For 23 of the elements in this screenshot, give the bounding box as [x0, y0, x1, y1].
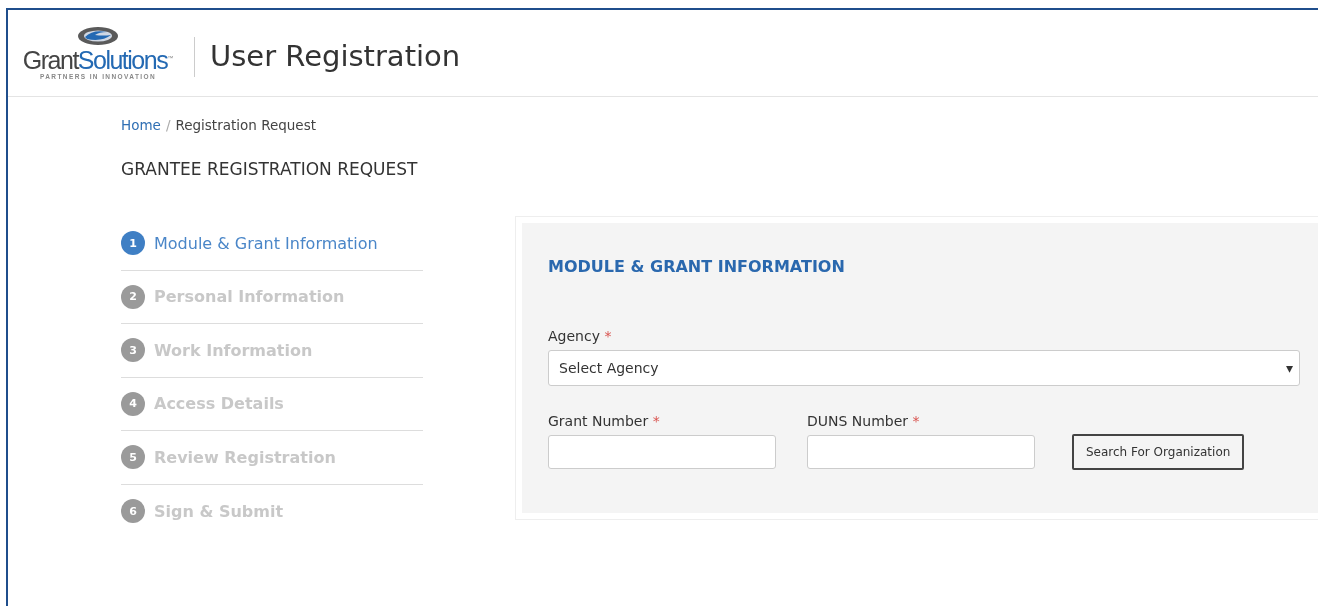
caret-icon: ▾	[1285, 360, 1293, 376]
step-number-icon: 1	[121, 231, 145, 256]
page-title: User Registration	[210, 39, 461, 73]
breadcrumb-link[interactable]: Home	[121, 117, 161, 133]
step-number-icon: 6	[121, 499, 145, 524]
text-field[interactable]	[548, 435, 776, 469]
breadcrumb-current: Registration Request	[175, 117, 316, 133]
step-number-icon: 5	[121, 445, 145, 470]
logo-wordmark: GrantSolutions$^{™}$	[22, 45, 174, 74]
field-label: Agency *	[548, 328, 613, 344]
step-number-icon: 2	[121, 284, 145, 309]
agency-dropdown[interactable]: Select Agency ▾	[548, 350, 1300, 386]
step-number-icon: 3	[121, 338, 145, 363]
text-field[interactable]	[807, 435, 1035, 469]
form-title: MODULE & GRANT INFORMATION	[548, 256, 846, 276]
swirl-logo-icon	[77, 25, 119, 46]
field-label: DUNS Number *	[807, 413, 921, 429]
breadcrumb-separator: /	[165, 117, 171, 133]
field-label: Grant Number *	[548, 413, 661, 429]
wizard-step[interactable]: 1 Module & Grant Information	[121, 217, 423, 271]
step-number-icon: 4	[121, 391, 145, 416]
section-heading: GRANTEE REGISTRATION REQUEST	[121, 159, 419, 179]
search-button[interactable]: Search For Organization	[1072, 434, 1245, 470]
